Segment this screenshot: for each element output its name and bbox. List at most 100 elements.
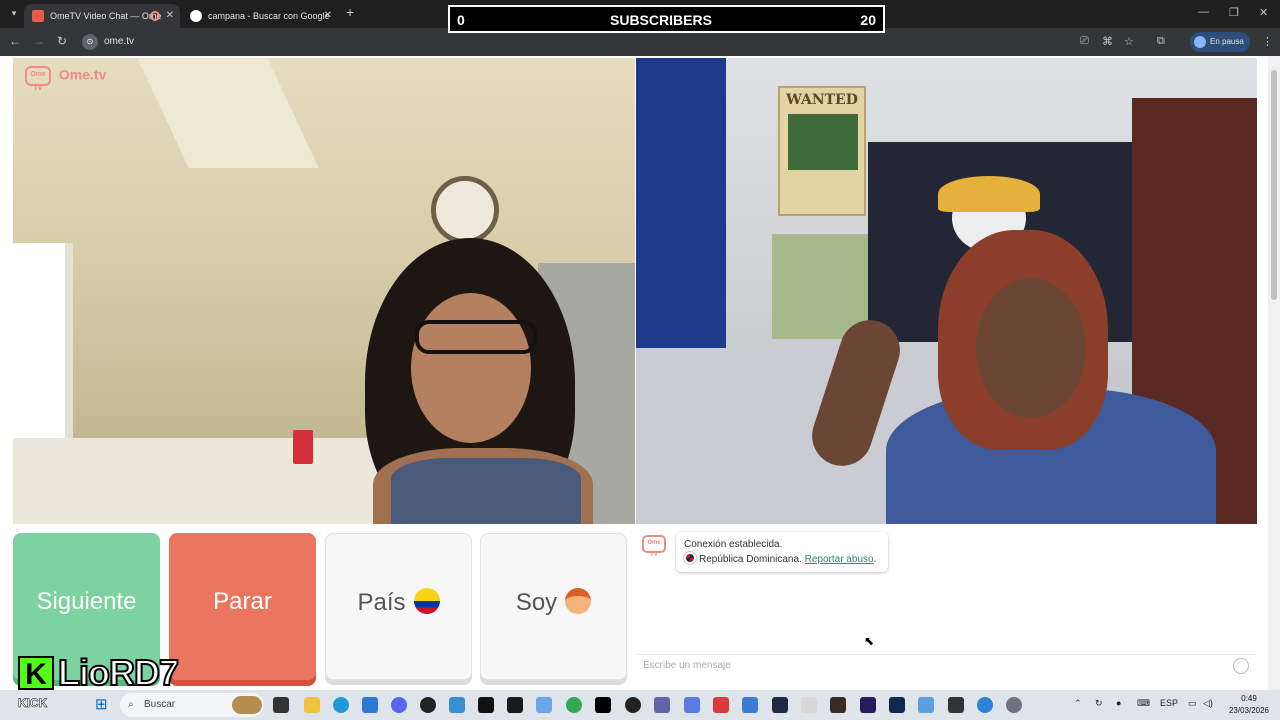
profile-paused-chip[interactable]: En pausa <box>1190 32 1250 52</box>
subscribers-goal-overlay: 0 SUBSCRIBERS 20 <box>448 5 885 33</box>
ometv-logo-icon: Ome TV <box>25 66 51 92</box>
remote-person-face <box>976 278 1086 418</box>
close-tab-icon[interactable]: ✕ <box>166 4 174 28</box>
tab-search-button[interactable]: ▾ <box>6 5 22 21</box>
game-icon[interactable] <box>830 697 846 713</box>
partner-country: República Dominicana. <box>699 554 802 565</box>
subscribers-title: SUBSCRIBERS <box>610 12 712 28</box>
obs-icon[interactable] <box>420 697 436 713</box>
straw-hat <box>938 176 1040 212</box>
emoji-picker-icon[interactable] <box>1233 658 1249 674</box>
window-app-icon[interactable] <box>536 697 552 713</box>
wanted-poster-title: WANTED <box>786 92 858 108</box>
subscribers-current-count: 0 <box>457 12 465 28</box>
capture-app-icon[interactable] <box>684 697 700 713</box>
tiktok-icon[interactable] <box>595 697 611 713</box>
volume-icon[interactable]: ◁) <box>1203 698 1213 709</box>
input-language[interactable]: ESP <box>1160 698 1178 708</box>
dominican-republic-flag-icon <box>684 552 696 564</box>
message-input[interactable]: Escribe un mensaje <box>636 654 1257 676</box>
gender-button-label: Soy <box>515 589 558 616</box>
media-app-icon[interactable] <box>625 697 641 713</box>
bookmark-star-icon[interactable]: ☆ <box>1124 35 1134 48</box>
local-person-face <box>411 293 531 443</box>
burger-widget-icon[interactable] <box>232 696 262 714</box>
close-window-button[interactable]: ✕ <box>1259 6 1268 19</box>
capcut-icon[interactable] <box>948 697 964 713</box>
ometv-page: Ome TV Ome.tv WANTED Siguiente Parar Paí… <box>0 56 1280 690</box>
discord-icon[interactable] <box>391 697 407 713</box>
settings-gear-icon[interactable] <box>1006 697 1022 713</box>
notepad-icon[interactable] <box>801 697 817 713</box>
premiere-icon[interactable] <box>860 697 876 713</box>
close-tab-icon[interactable]: ✕ <box>324 4 332 28</box>
scrollbar-thumb[interactable] <box>1271 70 1277 300</box>
sync-icon[interactable]: ↻ <box>1095 698 1103 709</box>
profile-avatar <box>1194 36 1206 48</box>
local-person-glasses <box>415 320 537 354</box>
colombia-flag-icon <box>413 588 440 614</box>
forward-arrow-icon[interactable]: → <box>33 34 45 48</box>
windows-start-icon[interactable]: ⊞ <box>95 697 111 713</box>
menu-kebab-icon[interactable]: ⋮ <box>1262 35 1273 48</box>
chrome-icon[interactable] <box>566 697 582 713</box>
photoshop-icon[interactable] <box>889 697 905 713</box>
report-suffix: . <box>873 554 877 565</box>
tab-ometv[interactable]: OmeTV Video Chat — Ome ✕ <box>24 4 180 28</box>
file-explorer-icon[interactable] <box>304 697 320 713</box>
stop-button-label: Parar <box>213 588 272 615</box>
subscribers-goal-count: 20 <box>860 12 876 28</box>
site-info-icon[interactable]: ⊙ <box>82 34 98 50</box>
task-view-icon[interactable] <box>273 697 289 713</box>
keyboard-icon[interactable]: ⌨ <box>1137 698 1150 709</box>
teams-icon[interactable] <box>654 697 670 713</box>
url-text: ome.tv <box>104 36 135 47</box>
report-abuse-link[interactable]: Reportar abuso <box>805 554 874 565</box>
window-preview-icon[interactable] <box>918 697 934 713</box>
store-icon[interactable] <box>362 697 378 713</box>
tab-google-search[interactable]: campana - Buscar con Google ✕ <box>182 4 338 28</box>
boy-emoji-icon <box>565 588 592 614</box>
address-bar[interactable]: ⊙ ome.tv <box>80 32 160 52</box>
new-tab-button[interactable]: + <box>346 4 354 20</box>
translate-icon[interactable]: ⌘ <box>1102 35 1113 48</box>
network-icon[interactable]: ▭ <box>1188 698 1197 709</box>
reload-icon[interactable]: ↻ <box>57 34 67 48</box>
system-time: 0:49 <box>1241 694 1257 703</box>
streamer-name: LioRD7 <box>57 651 180 694</box>
wall-clock <box>431 176 499 244</box>
connection-status: Conexión establecida. <box>684 539 783 550</box>
page-scrollbar[interactable] <box>1268 56 1280 690</box>
stop-button[interactable]: Parar <box>169 533 316 680</box>
minimize-window-button[interactable]: — <box>1198 6 1209 18</box>
photos-icon[interactable] <box>449 697 465 713</box>
recorder-app-icon[interactable] <box>713 697 729 713</box>
gender-select-button[interactable]: Soy <box>480 533 627 680</box>
taskbar-search-placeholder: Buscar <box>144 699 176 710</box>
back-arrow-icon[interactable]: ← <box>9 34 21 48</box>
wanted-poster-portrait <box>788 114 858 170</box>
microphone-icon[interactable]: ● <box>1116 698 1121 708</box>
red-cup <box>293 430 313 464</box>
tray-chevron-up-icon[interactable]: ⌃ <box>1074 698 1082 709</box>
edge-icon[interactable] <box>333 697 349 713</box>
tab-title: OmeTV Video Chat — Ome <box>50 11 162 21</box>
sandbox-app-icon[interactable] <box>742 697 758 713</box>
kick-logo-icon: K <box>18 656 54 691</box>
google-favicon-icon <box>190 10 202 22</box>
vpn-icon[interactable] <box>977 697 993 713</box>
extensions-icon[interactable]: ⧉ <box>1157 35 1165 48</box>
epic-games-icon[interactable] <box>478 697 494 713</box>
table <box>13 438 413 524</box>
cast-icon[interactable]: ⎚ <box>1080 35 1089 48</box>
restore-window-button[interactable]: ❐ <box>1229 6 1239 19</box>
country-button-label: País <box>357 589 406 616</box>
system-clock[interactable]: 0:49 23/03/2026 <box>1222 693 1276 717</box>
editor-app-icon[interactable] <box>772 697 788 713</box>
recording-indicator-icon <box>150 11 160 21</box>
ometv-logo[interactable]: Ome TV Ome.tv <box>25 66 106 92</box>
kick-platform-label: KICK <box>18 696 48 711</box>
country-filter-button[interactable]: País <box>325 533 472 680</box>
streamlabs-icon[interactable] <box>507 697 523 713</box>
profile-status: En pausa <box>1210 37 1244 46</box>
